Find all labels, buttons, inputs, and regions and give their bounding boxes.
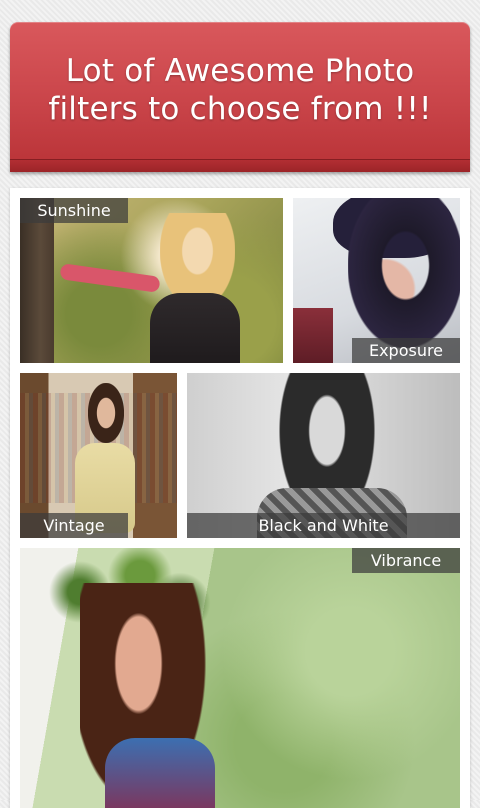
background-object-image — [293, 308, 333, 363]
filter-label-vintage: Vintage — [20, 513, 128, 538]
banner-ribbon-edge — [10, 159, 470, 172]
filter-label-vibrance: Vibrance — [352, 548, 460, 573]
hair-image — [348, 198, 460, 348]
top-clothing-image — [105, 738, 215, 808]
girl-arm-image — [59, 263, 161, 293]
girl-body-image — [150, 293, 240, 363]
filter-tile-black-and-white[interactable]: Black and White — [187, 373, 460, 538]
filter-tile-sunshine[interactable]: Sunshine — [20, 198, 283, 363]
woman-head-image — [88, 383, 124, 443]
filter-gallery: Sunshine Exposure Vintage Black and Whit… — [10, 188, 470, 808]
banner-title: Lot of Awesome Photo filters to choose f… — [48, 53, 432, 127]
filter-label-exposure: Exposure — [352, 338, 460, 363]
promo-banner: Lot of Awesome Photo filters to choose f… — [10, 22, 470, 172]
filter-label-black-and-white: Black and White — [187, 513, 460, 538]
filter-tile-vintage[interactable]: Vintage — [20, 373, 177, 538]
filter-tile-exposure[interactable]: Exposure — [293, 198, 460, 363]
filter-label-sunshine: Sunshine — [20, 198, 128, 223]
filter-tile-vibrance[interactable]: Vibrance — [20, 548, 460, 808]
